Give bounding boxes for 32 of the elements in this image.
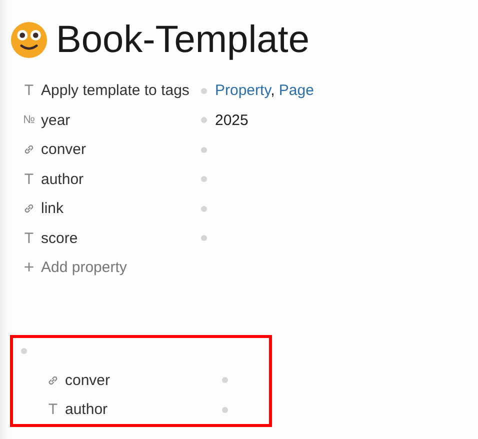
bullet-dot xyxy=(222,406,228,413)
link-icon xyxy=(22,202,36,216)
tag-link[interactable]: Property xyxy=(215,82,271,100)
property-type-icon: T xyxy=(22,230,36,247)
link-icon xyxy=(22,143,36,156)
bullet-dot xyxy=(222,377,228,384)
bullet-dot xyxy=(201,206,207,212)
smiley-icon xyxy=(10,21,48,59)
property-name[interactable]: Apply template to tags xyxy=(41,82,201,100)
property-name[interactable]: score xyxy=(41,230,201,247)
property-value: 2025 xyxy=(215,112,248,129)
property-type-icon: T xyxy=(22,170,36,188)
bullet-dot xyxy=(201,146,207,153)
property-name[interactable]: author xyxy=(65,401,222,418)
bullet-dot xyxy=(201,88,207,94)
bullet-dot xyxy=(201,235,207,242)
bullet-dot xyxy=(201,176,207,182)
add-property-button[interactable]: + Add property xyxy=(22,253,478,282)
bullet-dot xyxy=(21,348,27,354)
property-type-icon: T xyxy=(22,82,36,100)
property-name[interactable]: author xyxy=(41,170,201,188)
bullet-dot xyxy=(201,117,207,124)
property-name[interactable]: conver xyxy=(41,141,201,158)
tag-link[interactable]: Page xyxy=(278,82,314,100)
link-icon xyxy=(46,374,60,387)
property-name[interactable]: conver xyxy=(65,372,222,389)
property-type-icon: № xyxy=(22,114,36,126)
property-name[interactable]: link xyxy=(41,200,201,218)
page-title: Book-Template xyxy=(56,18,310,62)
property-type-icon: T xyxy=(46,401,60,418)
property-name[interactable]: year xyxy=(41,112,201,129)
property-value: , xyxy=(270,82,276,100)
